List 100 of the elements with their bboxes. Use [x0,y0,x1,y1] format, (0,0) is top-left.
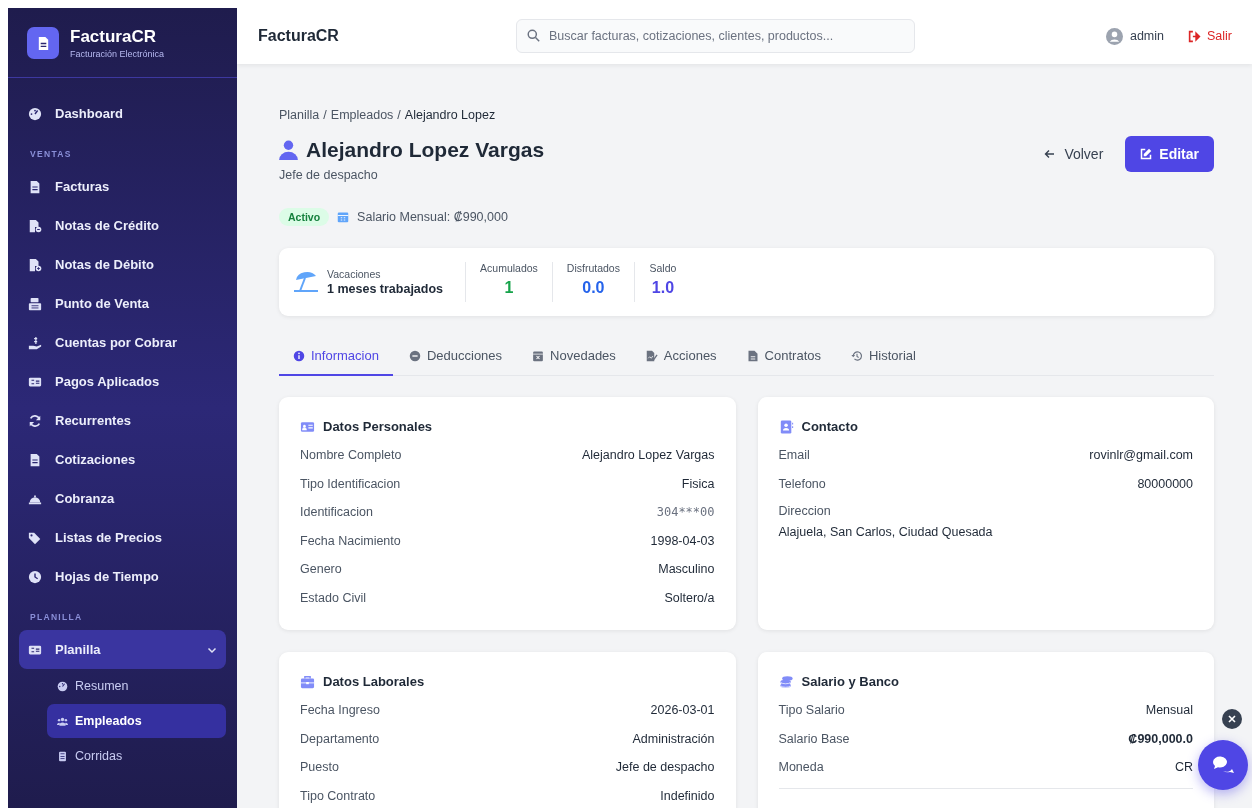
breadcrumb-current: Alejandro Lopez [404,108,496,122]
beach-umbrella-icon [293,270,319,294]
tab[interactable]: Contratos [732,338,835,376]
cash-register-icon [28,296,42,311]
field-value: 80000000 [1137,476,1193,491]
field-value: 1998-04-03 [650,533,715,548]
field-label: Moneda [778,760,824,775]
field-value: Indefinido [660,788,715,803]
field-value: Masculino [658,562,715,577]
stat-label: Disfrutados [566,262,620,274]
breadcrumb-separator: / [397,108,401,122]
card-title: Salario y Banco [801,674,900,689]
sidebar-item[interactable]: Recurrentes [19,401,226,440]
file-icon [746,349,759,362]
tab[interactable]: Acciones [631,338,731,376]
sidebar-item[interactable]: Facturas [19,167,226,206]
briefcase-icon [300,674,315,689]
field-label: Genero [300,562,342,577]
tab[interactable]: Deducciones [394,338,517,376]
stat-label: Acumulados [480,262,538,274]
stat-label: Saldo [649,262,677,274]
gauge-icon [28,106,42,121]
sidebar-item[interactable]: Hojas de Tiempo [19,557,226,596]
field-label: Telefono [778,476,826,491]
section-label: PLANILLA [29,611,84,624]
breadcrumb-separator: / [323,108,327,122]
field-value: Administración [632,731,715,746]
section-label: VENTAS [29,148,73,161]
vacation-value: 1 meses trabajados [327,282,444,296]
sidebar-item[interactable]: Cobranza [19,479,226,518]
card-title: Contacto [801,419,858,434]
field-label: Tipo Identificacion [300,476,401,491]
field-label: Puesto [300,760,339,775]
sidebar-subitem[interactable]: Corridas [47,739,226,773]
stat-value: 1 [504,279,514,297]
user-avatar-icon [1105,27,1123,45]
field-value: Alajuela, San Carlos, Ciudad Quesada [778,525,994,539]
tab[interactable]: Historial [837,338,930,376]
calculator-icon [57,750,68,762]
contact-book-icon [778,419,794,434]
id-card-icon [300,419,315,434]
sidebar-item[interactable]: Cotizaciones [19,440,226,479]
logout-button[interactable]: Salir [1188,29,1232,43]
field-label: Estado Civil [300,590,366,605]
gauge-icon [57,680,68,692]
search-field[interactable]: Buscar facturas, cotizaciones, clientes, productos... [516,19,915,53]
employee-position: Jefe de despacho [279,168,379,182]
edit-button[interactable]: Editar [1125,136,1214,172]
vacation-label: Vacaciones [327,268,382,280]
field-value: CR [1174,760,1193,775]
field-value: rovinlr@gmail.com [1089,448,1193,463]
sidebar-item[interactable]: Dashboard [19,94,226,133]
file-pen-icon [645,349,658,362]
field-label: Nombre Completo [300,448,402,463]
field-value: 304***00 [656,505,715,520]
sidebar-group[interactable]: Planilla [19,630,226,669]
field-label: Departamento [300,731,380,746]
arrow-left-icon [1044,149,1056,159]
field-label: Fecha Ingreso [300,703,380,718]
card-title: Datos Laborales [323,674,425,689]
logout-icon [1188,29,1201,43]
field-value: ₡990,000.0 [1128,731,1193,746]
chat-bubbles-icon [1211,755,1235,775]
breadcrumb-link[interactable]: Planilla [279,108,320,122]
field-value: 2026-03-01 [650,703,715,718]
field-value: Jefe de despacho [615,760,715,775]
field-label: Tipo Contrato [300,788,376,803]
card-title: Datos Personales [323,419,433,434]
close-icon [1228,715,1236,723]
history-icon [851,349,863,362]
sidebar-item[interactable]: Cuentas por Cobrar [19,323,226,362]
sidebar-item[interactable]: Listas de Precios [19,518,226,557]
sidebar-subitem[interactable]: Resumen [47,669,226,703]
field-value: Fisica [681,476,715,491]
field-label: Direccion [778,504,832,518]
field-label: Salario Base [778,731,850,746]
sidebar-item[interactable]: Notas de Crédito [19,206,226,245]
field-value: Mensual [1145,703,1193,718]
tag-icon [28,530,42,545]
salary-label: Salario Mensual: ₡990,000 [357,210,508,224]
refresh-icon [28,413,42,428]
field-label: Tipo Salario [778,703,845,718]
sidebar-subitem[interactable]: Empleados [47,704,226,738]
brand-name: FacturaCR [70,27,157,47]
user-name: admin [1129,29,1164,43]
minus-circle-icon [408,349,421,362]
info-icon [293,349,305,362]
sidebar-item[interactable]: Notas de Débito [19,245,226,284]
brand-subtitle: Facturación Electrónica [70,49,165,59]
page-title: FacturaCR [258,27,340,45]
clock-icon [28,569,42,584]
sidebar-item[interactable]: Pagos Aplicados [19,362,226,401]
sidebar-item[interactable]: Punto de Venta [19,284,226,323]
breadcrumb-link[interactable]: Empleados [330,108,394,122]
calendar-x-icon [532,349,545,362]
stat-value: 1.0 [651,279,675,297]
users-icon [57,715,68,727]
tab[interactable]: Novedades [518,338,630,376]
tab[interactable]: Informacion [279,338,393,376]
back-button[interactable]: Volver [1044,146,1104,162]
